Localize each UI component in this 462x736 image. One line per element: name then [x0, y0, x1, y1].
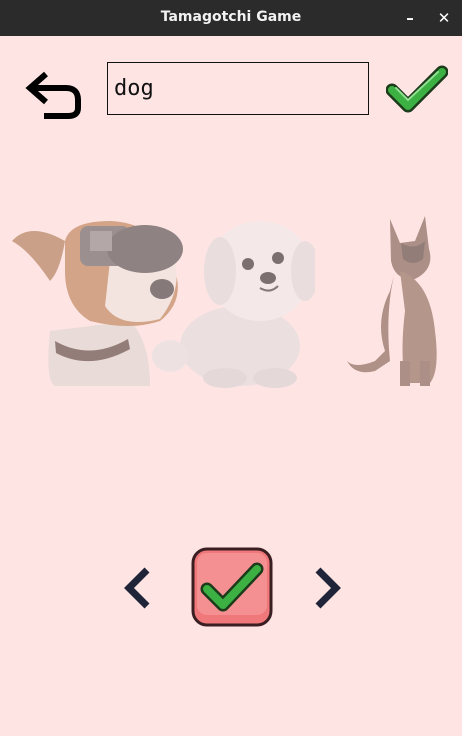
search-input[interactable] — [107, 62, 369, 115]
pet-white-fluffy-dog[interactable] — [150, 216, 315, 388]
pet-german-shepherd[interactable] — [345, 211, 450, 391]
window-titlebar: Tamagotchi Game – ✕ — [0, 0, 462, 36]
pet-carousel — [0, 206, 462, 396]
green-check-icon[interactable] — [386, 64, 448, 114]
chevron-right-icon[interactable] — [310, 566, 344, 610]
select-pet-button[interactable] — [191, 547, 273, 627]
minimize-button[interactable]: – — [400, 8, 420, 28]
main-content — [0, 36, 462, 736]
close-button[interactable]: ✕ — [434, 8, 454, 28]
chevron-left-icon[interactable] — [121, 566, 155, 610]
back-arrow-icon[interactable] — [24, 68, 86, 120]
window-title: Tamagotchi Game — [160, 9, 302, 25]
